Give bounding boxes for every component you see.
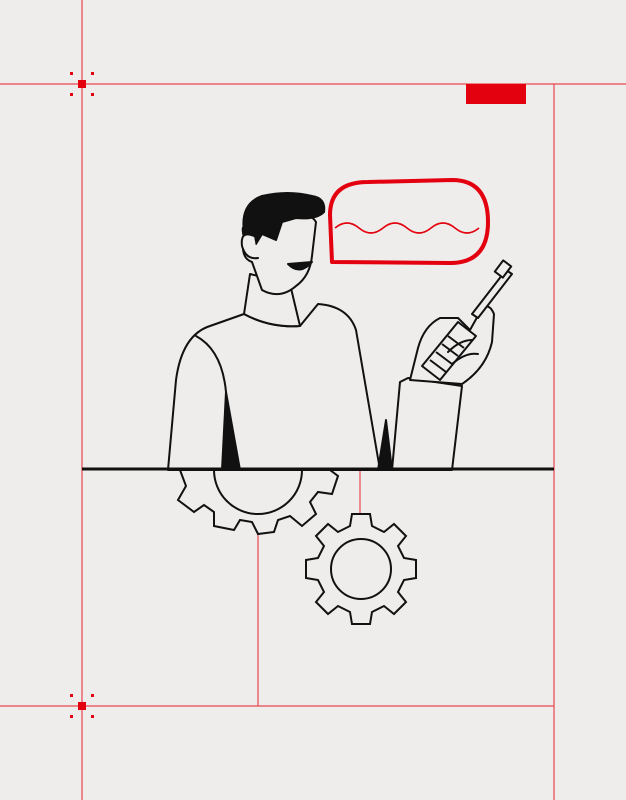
gear-icon <box>305 513 417 625</box>
speech-bubble-icon <box>328 178 490 265</box>
red-tab-block <box>466 84 526 104</box>
gear-icon <box>176 469 340 536</box>
shirt <box>167 303 381 471</box>
sleeve <box>391 377 463 471</box>
illustration-canvas <box>0 0 626 800</box>
